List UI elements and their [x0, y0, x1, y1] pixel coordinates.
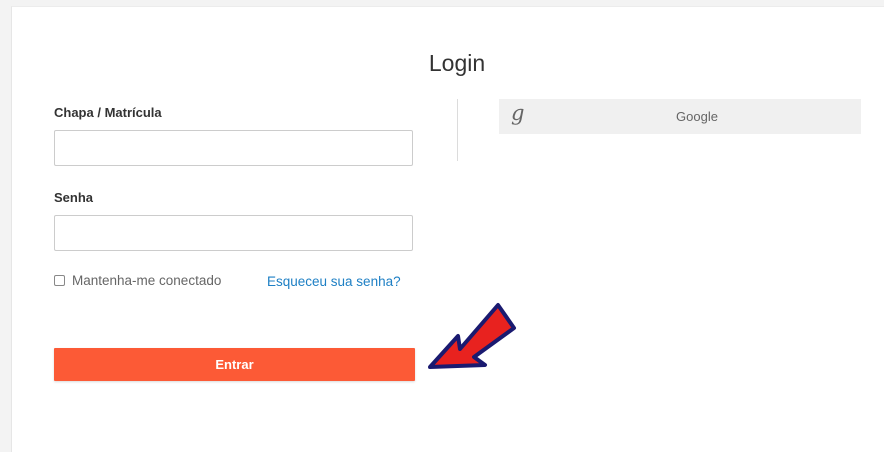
login-submit-button[interactable]: Entrar [54, 348, 415, 381]
arrow-shape [428, 303, 516, 369]
google-login-button[interactable]: g Google [499, 99, 861, 134]
page-title: Login [428, 50, 486, 76]
password-field-label: Senha [54, 190, 94, 205]
red-arrow-pointer-icon [428, 303, 516, 369]
password-field[interactable] [54, 215, 413, 251]
remember-me-label: Mantenha-me conectado [72, 273, 222, 288]
forgot-password-link[interactable]: Esqueceu sua senha? [267, 274, 401, 289]
id-field[interactable] [54, 130, 413, 166]
remember-me-checkbox[interactable] [54, 275, 65, 286]
google-login-label: Google [676, 109, 718, 124]
vertical-divider [457, 99, 458, 161]
id-field-label: Chapa / Matrícula [54, 105, 162, 120]
remember-me-option[interactable]: Mantenha-me conectado [54, 273, 221, 288]
